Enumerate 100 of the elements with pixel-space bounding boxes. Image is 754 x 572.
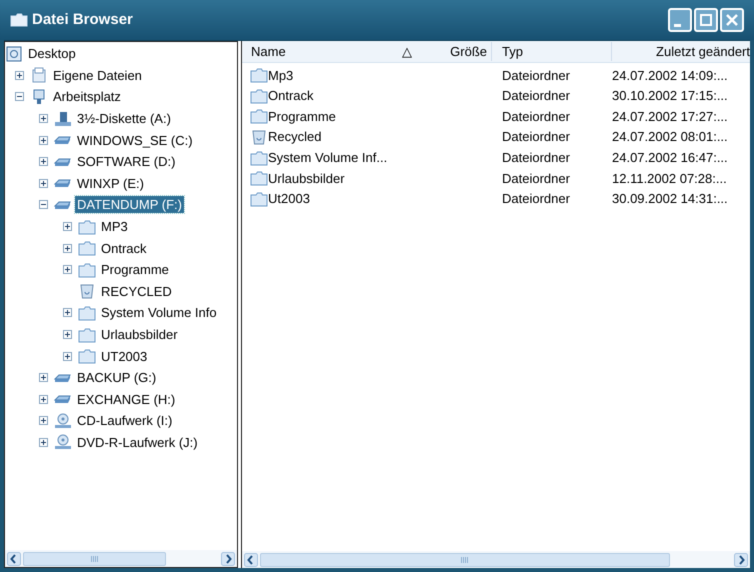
expand-button[interactable]	[63, 330, 72, 340]
plus-icon	[64, 223, 71, 230]
sort-indicator: △	[402, 42, 412, 61]
table-cell-text: 24.07.2002 08:01:...	[612, 128, 728, 146]
tree-item[interactable]: WINDOWS_SE (C:)	[75, 132, 195, 149]
table-cell-text: 12.11.2002 07:28:...	[612, 170, 727, 188]
expand-button[interactable]	[63, 352, 72, 361]
table-cell-text: Dateiordner	[501, 190, 571, 208]
tree-item[interactable]: System Volume Info	[99, 304, 219, 322]
collapse-button[interactable]	[39, 200, 48, 210]
tree-item[interactable]: SOFTWARE (D:)	[75, 153, 178, 170]
close-button[interactable]	[720, 8, 744, 32]
tree-item[interactable]: CD-Laufwerk (I:)	[75, 412, 174, 430]
tree-item[interactable]: 3½-Diskette (A:)	[75, 110, 173, 128]
expand-button[interactable]	[63, 308, 72, 318]
plus-icon	[64, 331, 71, 338]
plus-icon	[64, 309, 71, 316]
horizontal-scrollbar[interactable]	[5, 550, 237, 567]
plus-icon	[40, 396, 47, 403]
expand-button[interactable]	[39, 438, 48, 447]
scroll-left-icon[interactable]	[7, 552, 21, 566]
minimize-button[interactable]	[668, 8, 692, 32]
expand-button[interactable]	[39, 416, 48, 426]
folder-icon	[250, 150, 268, 166]
maximize-button[interactable]	[694, 8, 718, 32]
window-title: Datei Browser	[32, 10, 133, 30]
floppy-drive-icon	[54, 110, 72, 127]
file-name[interactable]: System Volume Inf...	[268, 148, 388, 168]
expand-button[interactable]	[39, 157, 48, 166]
plus-icon	[40, 136, 47, 144]
file-name[interactable]: Mp3	[268, 66, 294, 86]
expand-button[interactable]	[15, 70, 24, 80]
tree-item[interactable]: Desktop	[26, 45, 78, 62]
plus-icon	[40, 180, 47, 187]
maximize-icon	[699, 13, 713, 27]
column-header[interactable]: Typ	[492, 42, 612, 62]
expand-button[interactable]	[39, 178, 48, 188]
tree-item[interactable]: RECYCLED	[99, 282, 174, 300]
recycle-bin-icon	[250, 129, 268, 146]
plus-icon	[40, 417, 47, 424]
table-cell-text: Dateiordner	[501, 170, 571, 188]
table-cell-text: Dateiordner	[501, 148, 571, 167]
expand-button[interactable]	[63, 265, 72, 274]
table-cell-text: 24.07.2002 14:09:...	[612, 66, 728, 85]
plus-icon	[64, 266, 71, 274]
table-cell-text: 30.10.2002 17:15:...	[612, 87, 728, 106]
table-cell-text: Dateiordner	[501, 66, 571, 85]
tree-item[interactable]: WINXP (E:)	[75, 174, 146, 192]
expand-button[interactable]	[63, 244, 72, 253]
table-cell-text: Dateiordner	[501, 87, 571, 106]
tree-item[interactable]: Urlaubsbilder	[99, 326, 180, 344]
file-name[interactable]: Ut2003	[268, 189, 310, 209]
table-cell-text: Dateiordner	[501, 128, 571, 146]
column-header[interactable]: Name △	[242, 42, 422, 62]
tree-item[interactable]: EXCHANGE (H:)	[75, 390, 178, 408]
desktop-icon	[5, 46, 23, 62]
expand-button[interactable]	[63, 222, 72, 232]
folder-icon	[78, 240, 96, 256]
expand-button[interactable]	[39, 394, 48, 404]
folder-icon	[78, 262, 96, 278]
tree-item[interactable]: MP3	[99, 218, 130, 236]
file-name[interactable]: Programme	[268, 106, 336, 126]
file-name[interactable]: Urlaubsbilder	[268, 168, 345, 188]
minimize-icon	[674, 24, 681, 26]
folder-icon	[250, 190, 268, 207]
tree-item[interactable]: Arbeitsplatz	[51, 88, 123, 106]
table-cell-text: 24.07.2002 16:47:...	[612, 148, 728, 167]
tree-item[interactable]: Eigene Dateien	[51, 66, 144, 84]
plus-icon	[40, 438, 47, 446]
cd-drive-icon	[54, 412, 72, 429]
tree-item[interactable]: Ontrack	[99, 240, 149, 257]
folder-icon	[78, 304, 96, 321]
expand-button[interactable]	[39, 136, 48, 145]
horizontal-scrollbar[interactable]	[242, 551, 750, 568]
tree-item[interactable]: Programme	[99, 261, 171, 278]
plus-icon	[40, 158, 47, 166]
collapse-button[interactable]	[15, 92, 24, 102]
plus-icon	[16, 72, 23, 79]
tree-item[interactable]: DVD-R-Laufwerk (J:)	[75, 434, 200, 451]
close-icon	[725, 13, 739, 27]
tree-item[interactable]: BACKUP (G:)	[75, 369, 158, 386]
file-name[interactable]: Recycled	[268, 127, 322, 147]
folder-icon	[10, 13, 28, 27]
expand-button[interactable]	[39, 373, 48, 382]
column-header[interactable]: Größe	[422, 42, 492, 62]
scroll-right-icon[interactable]	[734, 552, 748, 566]
scroll-right-icon[interactable]	[221, 552, 235, 566]
scroll-thumb[interactable]	[260, 552, 670, 566]
tree-item[interactable]: DATENDUMP (F:)	[75, 196, 184, 214]
folder-icon	[250, 170, 268, 186]
column-header[interactable]: Zuletzt geändert	[612, 42, 750, 62]
table-cell-text: 30.09.2002 14:31:...	[612, 190, 728, 208]
scroll-left-icon[interactable]	[244, 552, 258, 566]
scroll-thumb[interactable]	[23, 552, 166, 566]
file-name[interactable]: Ontrack	[268, 86, 314, 106]
expand-button[interactable]	[39, 114, 48, 124]
tree-item[interactable]: UT2003	[99, 348, 150, 365]
folder-icon	[78, 326, 96, 343]
documents-icon	[30, 67, 48, 84]
recycle-bin-icon	[78, 283, 96, 300]
